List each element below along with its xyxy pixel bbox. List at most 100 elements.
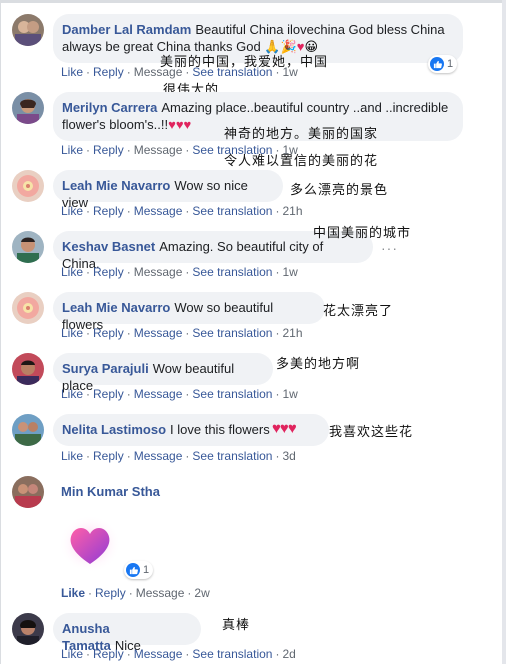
heart-icon: ♥	[175, 117, 184, 132]
message-link[interactable]: Message	[134, 143, 183, 157]
like-link[interactable]: Like	[61, 204, 83, 218]
separator: ·	[86, 265, 91, 279]
like-count: 1	[143, 564, 150, 576]
reply-link[interactable]: Reply	[93, 65, 124, 79]
comment-author[interactable]: Nelita Lastimoso	[62, 422, 166, 437]
separator: ·	[187, 586, 192, 600]
see-translation-link[interactable]: See translation	[192, 204, 272, 218]
reply-link[interactable]: Reply	[93, 143, 124, 157]
comment-author[interactable]: Surya Parajuli	[62, 361, 149, 376]
comment-bubble: Leah Mie Navarro Wow so beautiful flowers	[53, 292, 325, 332]
comment-bubble: Leah Mie Navarro Wow so nice view	[53, 170, 283, 210]
like-count-badge[interactable]: 1	[124, 561, 154, 579]
message-link[interactable]: Message	[134, 647, 183, 661]
chinese-caption: 中国美丽的城市	[313, 226, 412, 241]
comment-author[interactable]: Leah Mie Navarro	[62, 178, 170, 193]
avatar[interactable]	[12, 414, 44, 446]
like-link[interactable]: Like	[61, 449, 83, 463]
comment-actions: Like · Reply · Message · See translation · 1w	[61, 265, 298, 279]
message-link[interactable]: Message	[134, 326, 183, 340]
avatar[interactable]	[12, 92, 44, 124]
separator: ·	[86, 449, 91, 463]
comment-text: Amazing place..beautiful country ..and .…	[161, 100, 449, 115]
more-options-icon[interactable]: ···	[381, 240, 398, 256]
comment-actions: Like · Reply · Message · See translation · 3d	[61, 449, 296, 463]
like-count-badge[interactable]: 1	[428, 55, 458, 73]
avatar[interactable]	[12, 231, 44, 263]
separator: ·	[86, 387, 91, 401]
see-translation-link[interactable]: See translation	[192, 326, 272, 340]
like-link[interactable]: Like	[61, 143, 83, 157]
avatar[interactable]	[12, 292, 44, 324]
separator: ·	[275, 449, 280, 463]
heart-sticker[interactable]	[58, 514, 122, 574]
heart-icon: ♥	[168, 117, 176, 132]
separator: ·	[275, 265, 280, 279]
see-translation-link[interactable]: See translation	[192, 449, 272, 463]
reply-link[interactable]: Reply	[93, 204, 124, 218]
comment-actions: Like · Reply · Message · 2w	[61, 586, 210, 600]
comment-bubble: Anusha Tamatta Nice	[53, 613, 201, 653]
separator: ·	[86, 647, 91, 661]
comment-actions: Like · Reply · Message · See translation · 21h	[61, 204, 303, 218]
avatar[interactable]	[12, 613, 44, 645]
separator: ·	[185, 387, 190, 401]
separator: ·	[185, 326, 190, 340]
separator: ·	[126, 326, 131, 340]
message-link[interactable]: Message	[134, 449, 183, 463]
like-link[interactable]: Like	[61, 65, 83, 79]
avatar[interactable]	[12, 14, 44, 46]
chinese-caption: 多美的地方啊	[276, 357, 361, 372]
scrollbar-track[interactable]	[502, 0, 506, 664]
separator: ·	[86, 143, 91, 157]
comment-author[interactable]: Keshav Basnet	[62, 239, 155, 254]
see-translation-link[interactable]: See translation	[192, 647, 272, 661]
comment-author[interactable]: Damber Lal Ramdam	[62, 22, 191, 37]
chinese-caption: 我喜欢这些花	[329, 425, 414, 440]
separator: ·	[126, 65, 131, 79]
timestamp[interactable]: 1w	[282, 265, 297, 279]
reply-link[interactable]: Reply	[95, 586, 126, 600]
message-link[interactable]: Message	[134, 387, 183, 401]
separator: ·	[88, 586, 93, 600]
like-link[interactable]: Like	[61, 265, 83, 279]
separator: ·	[126, 204, 131, 218]
reply-link[interactable]: Reply	[93, 647, 124, 661]
timestamp[interactable]: 21h	[282, 204, 302, 218]
timestamp[interactable]: 2w	[194, 586, 209, 600]
message-link[interactable]: Message	[134, 204, 183, 218]
avatar[interactable]	[12, 170, 44, 202]
reply-link[interactable]: Reply	[93, 265, 124, 279]
comment-author[interactable]: Min Kumar Stha	[61, 484, 160, 499]
like-link[interactable]: Like	[61, 326, 83, 340]
like-link[interactable]: Like	[61, 586, 85, 600]
separator: ·	[185, 647, 190, 661]
see-translation-link[interactable]: See translation	[192, 387, 272, 401]
chinese-caption: 令人难以置信的美丽的花	[224, 154, 379, 169]
avatar[interactable]	[12, 476, 44, 508]
reply-link[interactable]: Reply	[93, 449, 124, 463]
comment-author[interactable]: Merilyn Carrera	[62, 100, 157, 115]
timestamp[interactable]: 1w	[282, 387, 297, 401]
separator: ·	[185, 143, 190, 157]
thumbs-up-icon	[430, 57, 444, 71]
like-link[interactable]: Like	[61, 647, 83, 661]
separator: ·	[126, 647, 131, 661]
separator: ·	[86, 65, 91, 79]
comment-actions: Like · Reply · Message · See translation · 1w	[61, 387, 298, 401]
comment-author[interactable]: Leah Mie Navarro	[62, 300, 170, 315]
message-link[interactable]: Message	[136, 586, 185, 600]
timestamp[interactable]: 3d	[282, 449, 295, 463]
timestamp[interactable]: 2d	[282, 647, 295, 661]
like-link[interactable]: Like	[61, 387, 83, 401]
reply-link[interactable]: Reply	[93, 387, 124, 401]
chinese-caption: 多么漂亮的景色	[290, 183, 389, 198]
see-translation-link[interactable]: See translation	[192, 265, 272, 279]
heart-icon: ♥	[279, 420, 289, 437]
avatar[interactable]	[12, 353, 44, 385]
message-link[interactable]: Message	[134, 265, 183, 279]
comment-text: I love this flowers	[170, 422, 270, 437]
timestamp[interactable]: 21h	[282, 326, 302, 340]
reply-link[interactable]: Reply	[93, 326, 124, 340]
chinese-caption: 花太漂亮了	[323, 304, 394, 319]
